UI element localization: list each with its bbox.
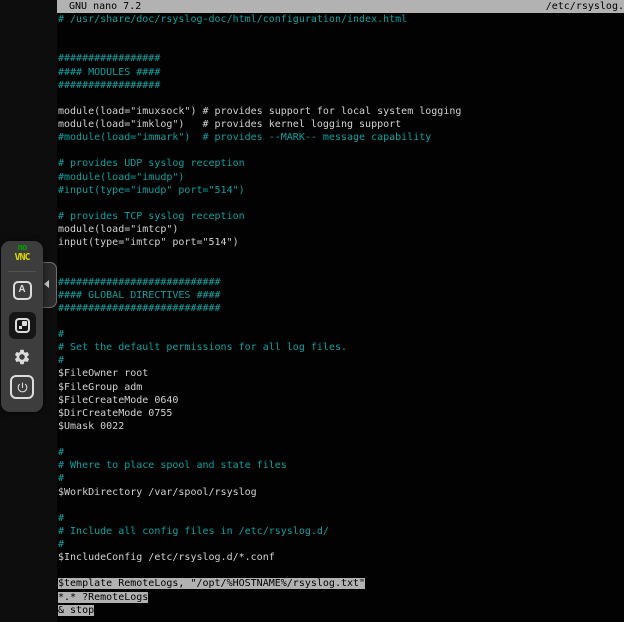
terminal-line: #################: [58, 79, 624, 92]
novnc-logo: no VNC: [1, 244, 43, 263]
terminal-line: [58, 433, 624, 446]
terminal-line: [58, 144, 624, 157]
terminal-line: $FileGroup adm: [58, 381, 624, 394]
keyboard-a-icon: A: [13, 281, 32, 300]
terminal-line: #module(load="imudp"): [58, 171, 624, 184]
terminal-line: [58, 564, 624, 577]
terminal-line: # Where to place spool and state files: [58, 459, 624, 472]
terminal-line: *.* ?RemoteLogs: [58, 591, 624, 604]
terminal-line: $FileCreateMode 0640: [58, 394, 624, 407]
fullscreen-icon: [15, 318, 30, 333]
terminal-line: # Set the default permissions for all lo…: [58, 341, 624, 354]
terminal-line: [58, 315, 624, 328]
extra-keys-button[interactable]: A: [1, 278, 43, 302]
terminal-line: module(load="imtcp"): [58, 223, 624, 236]
terminal-line: [58, 499, 624, 512]
terminal-line: module(load="imklog") # provides kernel …: [58, 118, 624, 131]
terminal-line: #### MODULES ####: [58, 66, 624, 79]
terminal-line: [58, 26, 624, 39]
gear-icon: [13, 348, 31, 366]
keycap-letter: A: [18, 285, 25, 295]
active-button-highlight: [9, 312, 36, 339]
terminal-line: $Umask 0022: [58, 420, 624, 433]
terminal-line: [58, 249, 624, 262]
terminal-line: # Include all config files in /etc/rsysl…: [58, 525, 624, 538]
terminal-text[interactable]: # /usr/share/doc/rsyslog-doc/html/config…: [58, 13, 624, 622]
terminal-line: & stop: [58, 604, 624, 617]
terminal-line: #: [58, 328, 624, 341]
terminal-line: [58, 92, 624, 105]
collapse-arrow-icon: [44, 280, 49, 288]
novnc-logo-vnc: VNC: [1, 253, 43, 263]
vnc-control-bar: no VNC A: [1, 241, 43, 412]
fullscreen-button[interactable]: [1, 311, 43, 339]
terminal-line: input(type="imtcp" port="514"): [58, 236, 624, 249]
terminal-line: $FileOwner root: [58, 367, 624, 380]
terminal-window: GNU nano 7.2 /etc/rsyslog. # /usr/share/…: [57, 0, 624, 622]
terminal-line: # provides UDP syslog reception: [58, 157, 624, 170]
terminal-line: [58, 197, 624, 210]
settings-button[interactable]: [1, 345, 43, 369]
panel-divider: [8, 271, 36, 272]
terminal-line: ###########################: [58, 276, 624, 289]
terminal-line: ###########################: [58, 302, 624, 315]
terminal-line: #: [58, 446, 624, 459]
file-path-label: /etc/rsyslog.: [546, 0, 624, 13]
terminal-line: #### GLOBAL DIRECTIVES ####: [58, 289, 624, 302]
nano-titlebar: GNU nano 7.2 /etc/rsyslog.: [57, 0, 624, 13]
terminal-line: $IncludeConfig /etc/rsyslog.d/*.conf: [58, 551, 624, 564]
terminal-line: [58, 262, 624, 275]
terminal-line: #: [58, 538, 624, 551]
disconnect-button[interactable]: [1, 374, 43, 400]
power-glyph: [16, 381, 29, 394]
terminal-line: #: [58, 472, 624, 485]
terminal-line: [58, 39, 624, 52]
terminal-line: $WorkDirectory /var/spool/rsyslog: [58, 486, 624, 499]
terminal-line: module(load="imuxsock") # provides suppo…: [58, 105, 624, 118]
terminal-line: #################: [58, 52, 624, 65]
terminal-line: #: [58, 354, 624, 367]
terminal-line: # /usr/share/doc/rsyslog-doc/html/config…: [58, 13, 624, 26]
terminal-line: #: [58, 512, 624, 525]
terminal-line: #module(load="immark") # provides --MARK…: [58, 131, 624, 144]
power-icon: [10, 375, 34, 399]
nano-version-label: GNU nano 7.2: [57, 0, 141, 13]
terminal-line: $DirCreateMode 0755: [58, 407, 624, 420]
terminal-line: # provides TCP syslog reception: [58, 210, 624, 223]
terminal-line: $template RemoteLogs, "/opt/%HOSTNAME%/r…: [58, 577, 624, 590]
vnc-panel-handle[interactable]: [41, 262, 57, 308]
terminal-line: #input(type="imudp" port="514"): [58, 184, 624, 197]
